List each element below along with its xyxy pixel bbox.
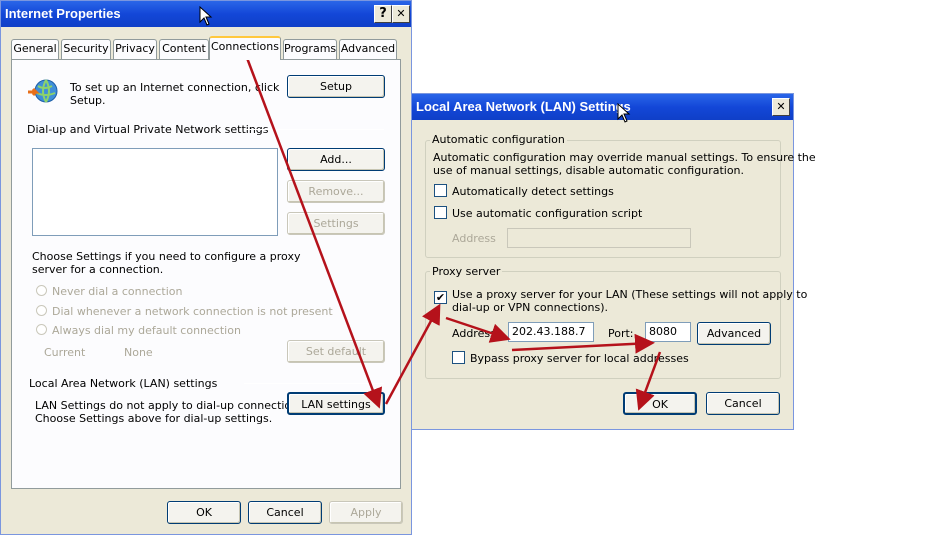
choose-settings-text-line1: Choose Settings if you need to configure…: [32, 250, 301, 263]
settings-button[interactable]: Settings: [287, 212, 385, 235]
mouse-cursor-icon: [199, 6, 213, 26]
auto-script-checkbox[interactable]: [434, 206, 447, 219]
tab-connections[interactable]: Connections: [209, 36, 281, 60]
proxy-address-label: Address:: [452, 327, 500, 340]
mouse-cursor-icon: [617, 103, 631, 123]
port-field[interactable]: 8080: [645, 322, 691, 342]
advanced-button[interactable]: Advanced: [697, 322, 771, 345]
lan-ok-button[interactable]: OK: [623, 392, 697, 415]
lan-settings-dialog: Local Area Network (LAN) Settings ✕ Auto…: [411, 93, 816, 430]
dialup-section-header: Dial-up and Virtual Private Network sett…: [27, 123, 269, 136]
dialup-separator: [244, 129, 384, 130]
setup-button[interactable]: Setup: [287, 75, 385, 98]
set-default-button[interactable]: Set default: [287, 340, 385, 363]
auto-config-desc-line2: use of manual settings, disable automati…: [433, 164, 745, 177]
current-value: None: [124, 346, 153, 359]
lan-text-line1: LAN Settings do not apply to dial-up con…: [35, 399, 308, 412]
tab-advanced[interactable]: Advanced: [339, 39, 397, 59]
lan-settings-button[interactable]: LAN settings: [287, 392, 385, 415]
bypass-label: Bypass proxy server for local addresses: [470, 352, 689, 365]
close-icon[interactable]: ✕: [392, 5, 410, 23]
tab-programs[interactable]: Programs: [283, 39, 337, 59]
window-title: Internet Properties: [5, 6, 121, 21]
auto-detect-checkbox[interactable]: [434, 184, 447, 197]
setup-text-line1: To set up an Internet connection, click: [70, 81, 280, 94]
current-label: Current: [44, 346, 86, 359]
lan-separator: [244, 383, 384, 384]
radio-always-dial[interactable]: [36, 324, 47, 335]
radio-dial-whenever[interactable]: [36, 305, 47, 316]
use-proxy-label-line1: Use a proxy server for your LAN (These s…: [452, 288, 808, 301]
help-icon[interactable]: ?: [374, 5, 392, 23]
bypass-checkbox[interactable]: [452, 351, 465, 364]
auto-address-label: Address: [452, 232, 496, 245]
tab-general[interactable]: General: [11, 39, 59, 59]
lan-text-line2: Choose Settings above for dial-up settin…: [35, 412, 273, 425]
tab-security[interactable]: Security: [61, 39, 111, 59]
ok-button[interactable]: OK: [167, 501, 241, 524]
proxy-server-legend: Proxy server: [430, 265, 503, 278]
cancel-button[interactable]: Cancel: [248, 501, 322, 524]
lan-dialog-title-bar[interactable]: Local Area Network (LAN) Settings: [412, 94, 793, 120]
globe-network-icon: [26, 78, 60, 106]
radio-never-dial[interactable]: [36, 285, 47, 296]
radio-never-dial-label: Never dial a connection: [52, 285, 183, 298]
apply-button[interactable]: Apply: [329, 501, 403, 524]
auto-config-legend: Automatic configuration: [430, 133, 567, 146]
auto-script-label: Use automatic configuration script: [452, 207, 643, 220]
radio-dial-whenever-label: Dial whenever a network connection is no…: [52, 305, 333, 318]
remove-button[interactable]: Remove...: [287, 180, 385, 203]
close-icon[interactable]: ✕: [772, 98, 790, 116]
use-proxy-checkbox[interactable]: ✔: [434, 291, 447, 304]
tab-content[interactable]: Content: [159, 39, 209, 59]
choose-settings-text-line2: server for a connection.: [32, 263, 164, 276]
port-label: Port:: [608, 327, 634, 340]
checkmark-icon: ✔: [435, 291, 446, 304]
connections-panel: To set up an Internet connection, click …: [11, 59, 401, 489]
auto-config-desc-line1: Automatic configuration may override man…: [433, 151, 816, 164]
connections-listbox[interactable]: [32, 148, 278, 236]
tab-privacy[interactable]: Privacy: [113, 39, 157, 59]
auto-detect-label: Automatically detect settings: [452, 185, 614, 198]
setup-text-line2: Setup.: [70, 94, 106, 107]
lan-dialog-title: Local Area Network (LAN) Settings: [416, 99, 631, 114]
radio-always-dial-label: Always dial my default connection: [52, 324, 241, 337]
use-proxy-label-line2: dial-up or VPN connections).: [452, 301, 609, 314]
internet-properties-window: Internet Properties ? ✕ General Security…: [0, 0, 412, 535]
lan-cancel-button[interactable]: Cancel: [706, 392, 780, 415]
lan-section-header: Local Area Network (LAN) settings: [29, 377, 218, 390]
add-button[interactable]: Add...: [287, 148, 385, 171]
proxy-address-field[interactable]: 202.43.188.7: [508, 322, 594, 342]
auto-address-field[interactable]: [507, 228, 691, 248]
